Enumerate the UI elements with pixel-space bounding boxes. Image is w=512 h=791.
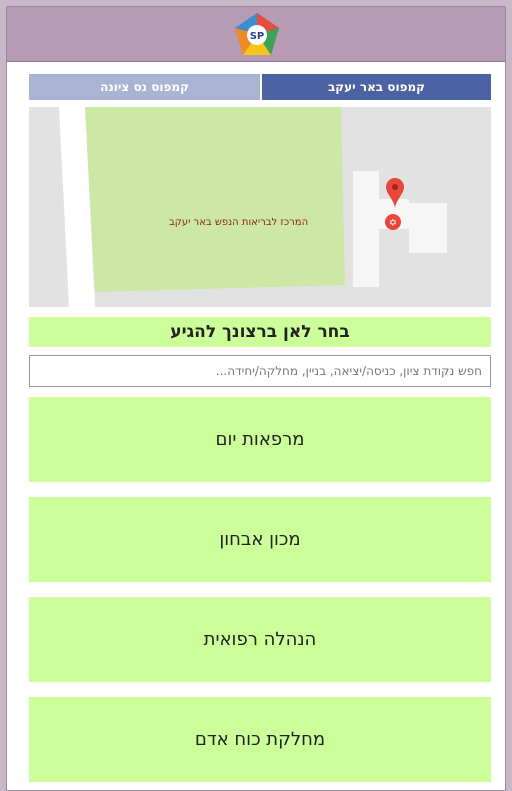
campus-tabs: קמפוס נס ציונה קמפוס באר יעקב xyxy=(29,74,491,100)
map-park-area xyxy=(85,107,345,292)
svg-text:✡: ✡ xyxy=(389,218,397,229)
svg-text:SP: SP xyxy=(250,31,265,42)
destination-button-human-resources[interactable]: מחלקת כוח אדם xyxy=(29,697,491,782)
map-location-label: המרכז לבריאות הנפש באר יעקב xyxy=(169,217,309,228)
search-input[interactable] xyxy=(29,355,491,387)
hospital-logo: SP xyxy=(235,13,279,55)
page-title: בחר לאן ברצונך להגיע xyxy=(29,317,491,347)
destination-button-diagnostic-institute[interactable]: מכון אבחון xyxy=(29,497,491,582)
map-building xyxy=(409,203,447,253)
app-frame: SP קמפוס נס ציונה קמפוס באר יעקב ✡ המרכז xyxy=(6,6,506,791)
map-canvas: ✡ xyxy=(29,107,491,307)
tab-ness-ziona[interactable]: קמפוס נס ציונה xyxy=(29,74,260,100)
header-bar: SP xyxy=(7,7,505,62)
map-building xyxy=(353,171,379,287)
destination-button-medical-management[interactable]: הנהלה רפואית xyxy=(29,597,491,682)
destination-button-day-clinics[interactable]: מרפאות יום xyxy=(29,397,491,482)
campus-map[interactable]: ✡ המרכז לבריאות הנפש באר יעקב xyxy=(29,107,491,307)
tab-beer-yaakov[interactable]: קמפוס באר יעקב xyxy=(262,74,491,100)
